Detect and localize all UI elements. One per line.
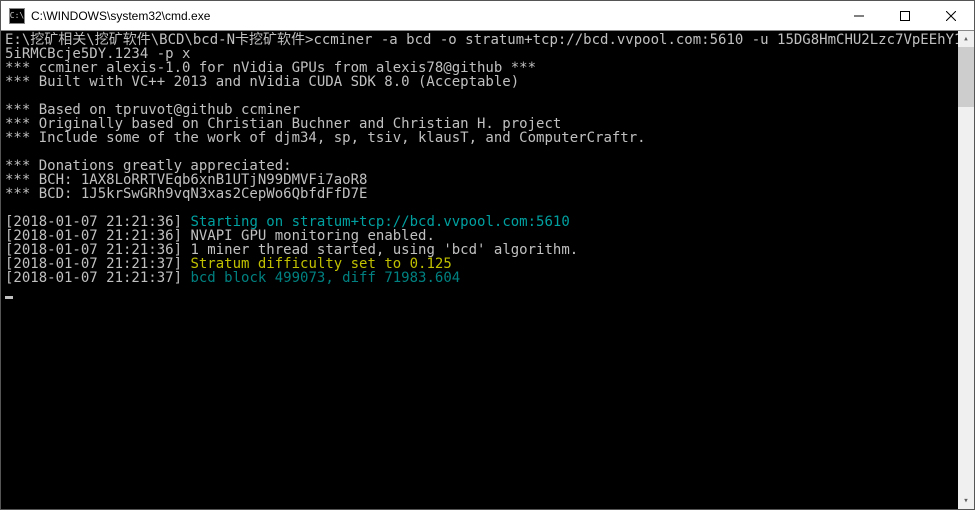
log-timestamp: [2018-01-07 21:21:37] bbox=[5, 270, 182, 286]
banner-line: *** Built with VC++ 2013 and nVidia CUDA… bbox=[5, 75, 970, 89]
cmd-icon: C:\ bbox=[9, 8, 25, 24]
log-line: [2018-01-07 21:21:37] Stratum difficulty… bbox=[5, 257, 970, 271]
scrollbar-thumb[interactable] bbox=[958, 47, 974, 107]
banner-line: *** Donations greatly appreciated: bbox=[5, 159, 970, 173]
log-line: [2018-01-07 21:21:36] Starting on stratu… bbox=[5, 215, 970, 229]
maximize-button[interactable] bbox=[882, 1, 928, 30]
banner-line: *** BCH: 1AX8LoRRTVEqb6xnB1UTjN99DMVFi7a… bbox=[5, 173, 970, 187]
titlebar[interactable]: C:\ C:\WINDOWS\system32\cmd.exe bbox=[1, 1, 974, 31]
banner-line: *** Include some of the work of djm34, s… bbox=[5, 131, 970, 145]
banner-line: *** Based on tpruvot@github ccminer bbox=[5, 103, 970, 117]
prompt-line: E:\挖矿相关\挖矿软件\BCD\bcd-N卡挖矿软件>ccminer -a b… bbox=[5, 33, 970, 61]
blank-line bbox=[5, 201, 970, 215]
scroll-down-button[interactable]: ▾ bbox=[958, 493, 974, 509]
blank-line bbox=[5, 89, 970, 103]
close-button[interactable] bbox=[928, 1, 974, 30]
banner-line: *** Originally based on Christian Buchne… bbox=[5, 117, 970, 131]
terminal-output[interactable]: E:\挖矿相关\挖矿软件\BCD\bcd-N卡挖矿软件>ccminer -a b… bbox=[1, 31, 974, 509]
cursor-line bbox=[5, 285, 970, 299]
log-line: [2018-01-07 21:21:36] 1 miner thread sta… bbox=[5, 243, 970, 257]
vertical-scrollbar[interactable]: ▴ ▾ bbox=[958, 31, 974, 509]
scroll-up-button[interactable]: ▴ bbox=[958, 31, 974, 47]
cursor-icon bbox=[5, 296, 13, 299]
log-line: [2018-01-07 21:21:37] bcd block 499073, … bbox=[5, 271, 970, 285]
cmd-window: C:\ C:\WINDOWS\system32\cmd.exe E:\挖矿相关\… bbox=[0, 0, 975, 510]
blank-line bbox=[5, 145, 970, 159]
minimize-button[interactable] bbox=[836, 1, 882, 30]
window-controls bbox=[836, 1, 974, 30]
banner-line: *** BCD: 1J5krSwGRh9vqN3xas2CepWo6QbfdFf… bbox=[5, 187, 970, 201]
window-title: C:\WINDOWS\system32\cmd.exe bbox=[31, 9, 836, 23]
log-message: bcd block 499073, diff 71983.604 bbox=[190, 270, 460, 286]
log-line: [2018-01-07 21:21:36] NVAPI GPU monitori… bbox=[5, 229, 970, 243]
banner-line: *** ccminer alexis-1.0 for nVidia GPUs f… bbox=[5, 61, 970, 75]
